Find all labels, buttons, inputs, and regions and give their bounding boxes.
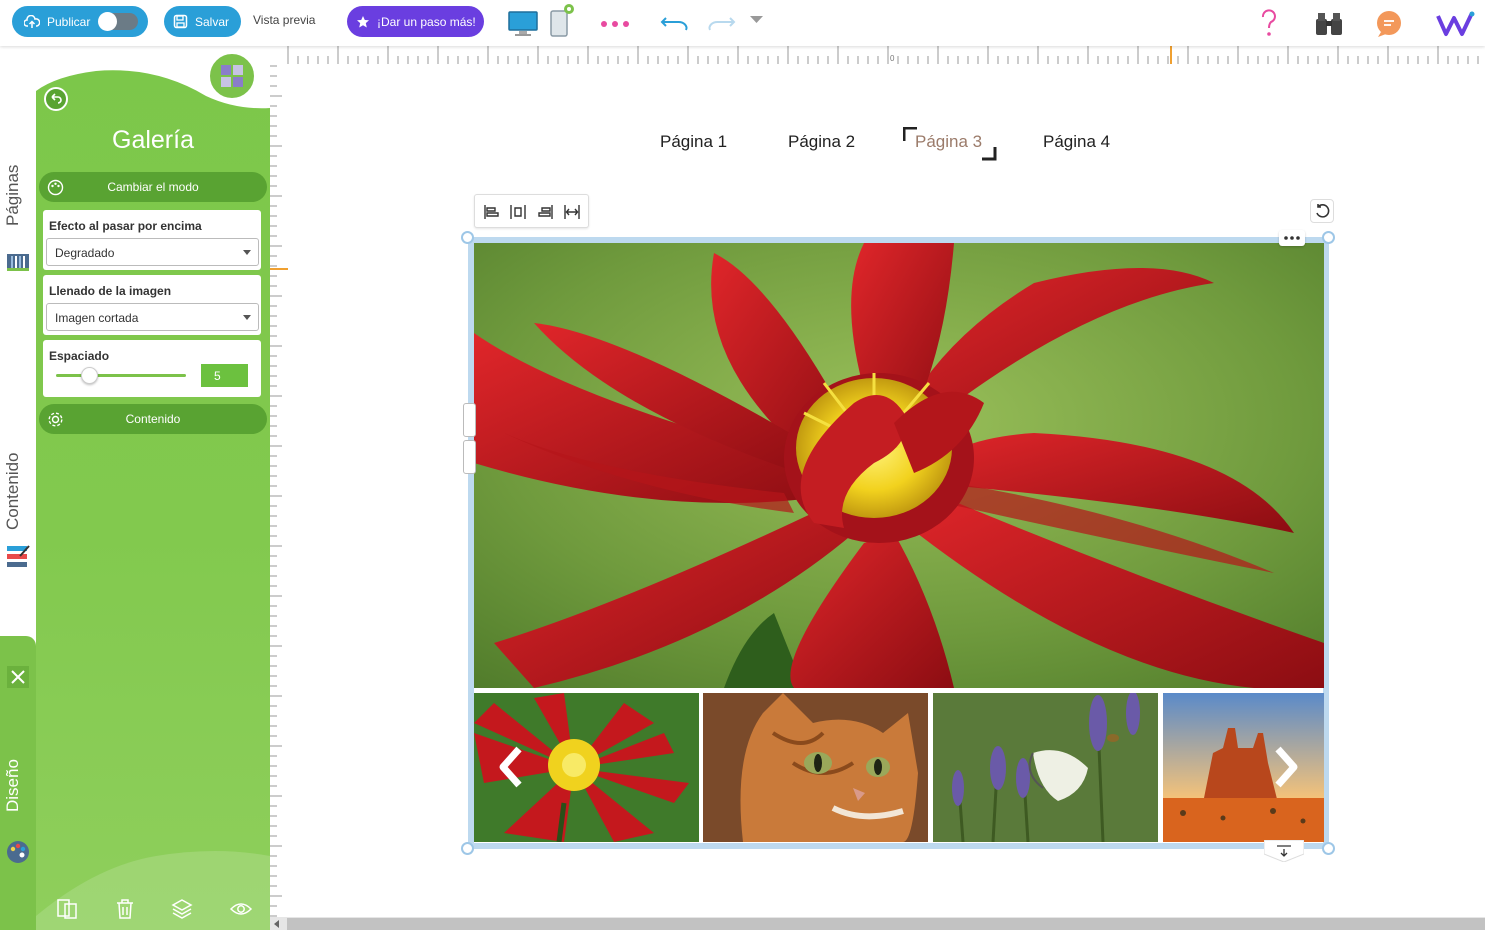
palette-icon: [47, 179, 64, 196]
spacing-value-input[interactable]: 5: [201, 364, 248, 387]
menu-item-page-4[interactable]: Página 4: [1043, 132, 1110, 152]
spacing-label: Espaciado: [49, 349, 110, 363]
menu-item-page-1[interactable]: Página 1: [660, 132, 727, 152]
content-button[interactable]: Contenido: [39, 404, 267, 434]
save-label: Salvar: [195, 14, 230, 29]
history-dropdown-icon[interactable]: [749, 15, 764, 25]
horizontal-scrollbar[interactable]: [270, 917, 1485, 930]
help-question-icon[interactable]: [1259, 9, 1279, 37]
align-center-icon[interactable]: [510, 204, 526, 220]
spacing-card: Espaciado 5: [43, 340, 261, 397]
eye-icon[interactable]: [229, 898, 253, 920]
more-dots-icon: [1284, 236, 1300, 240]
upgrade-label: ¡Dar un paso más!: [377, 14, 476, 29]
top-toolbar: Publicar Salvar Vista previa ¡Dar un pas…: [0, 0, 1485, 46]
gallery-module-icon: [208, 52, 256, 100]
tab-pages[interactable]: Páginas: [3, 165, 23, 226]
element-options-button[interactable]: [1279, 230, 1305, 246]
upload-cloud-icon: [24, 14, 40, 28]
hover-effect-label: Efecto al pasar por encima: [49, 219, 202, 233]
resize-grip[interactable]: [463, 440, 476, 474]
palette-icon[interactable]: [6, 840, 30, 864]
save-button[interactable]: Salvar: [164, 6, 241, 37]
red-dahlia-image: [474, 243, 1324, 688]
image-fill-value: Imagen cortada: [55, 311, 139, 325]
content-icon[interactable]: [6, 544, 30, 570]
orange-tabby-cat-thumbnail: [703, 693, 928, 842]
gallery-thumbnail[interactable]: [703, 693, 928, 842]
gallery-settings-panel: Galería Cambiar el modo Efecto al pasar …: [36, 46, 270, 930]
horizontal-ruler: 0: [270, 46, 1485, 64]
menu-selection-brackets: [903, 127, 997, 161]
spacing-slider-handle[interactable]: [80, 367, 98, 384]
more-dots-icon[interactable]: [600, 20, 630, 28]
align-left-icon[interactable]: [484, 204, 500, 220]
gallery-thumbnail[interactable]: [933, 693, 1158, 842]
align-right-icon[interactable]: [537, 204, 553, 220]
preview-button[interactable]: Vista previa: [253, 13, 315, 27]
stretch-width-icon[interactable]: [564, 204, 580, 220]
w-logo-icon[interactable]: [1436, 10, 1476, 38]
panel-title: Galería: [112, 126, 194, 154]
menu-item-page-2[interactable]: Página 2: [788, 132, 855, 152]
panel-bottom-toolbar: [36, 886, 270, 930]
pages-icon[interactable]: [6, 250, 30, 274]
resize-handle-bottom-left[interactable]: [461, 842, 474, 855]
content-label: Contenido: [125, 412, 181, 426]
mobile-icon[interactable]: [548, 3, 576, 39]
resize-handle-top-left[interactable]: [461, 231, 474, 244]
vertical-ruler: [270, 65, 288, 917]
resize-handle-bottom-right[interactable]: [1322, 842, 1335, 855]
publish-label: Publicar: [47, 14, 91, 29]
redo-icon[interactable]: [706, 14, 736, 32]
change-mode-button[interactable]: Cambiar el modo: [39, 172, 267, 202]
gear-icon: [48, 412, 63, 427]
undo-icon[interactable]: [660, 14, 690, 32]
chevron-right-icon[interactable]: [1272, 745, 1302, 789]
ruler-zero-label: 0: [890, 54, 895, 63]
scrollbar-thumb[interactable]: [287, 918, 1485, 930]
resize-handle-top-right[interactable]: [1322, 231, 1335, 244]
duplicate-icon[interactable]: [56, 898, 78, 920]
trash-icon[interactable]: [115, 898, 135, 920]
gallery-main-image[interactable]: [474, 243, 1324, 688]
design-tab-strip: Diseño: [0, 636, 36, 930]
publish-toggle[interactable]: [98, 12, 138, 31]
hover-effect-value: Degradado: [55, 246, 115, 260]
layers-icon[interactable]: [171, 898, 193, 920]
binoculars-icon[interactable]: [1314, 11, 1344, 37]
rotate-reset-icon: [1316, 204, 1330, 218]
insert-below-icon: [1263, 839, 1305, 863]
insert-below-button[interactable]: [1263, 839, 1305, 863]
hover-effect-select[interactable]: Degradado: [46, 238, 259, 266]
change-mode-label: Cambiar el modo: [107, 180, 199, 194]
publish-button[interactable]: Publicar: [12, 6, 148, 37]
hover-effect-card: Efecto al pasar por encima Degradado: [43, 210, 261, 270]
reset-button[interactable]: [1310, 199, 1334, 223]
chevron-down-icon: [243, 315, 251, 320]
spacing-slider-track[interactable]: [56, 374, 186, 377]
back-icon[interactable]: [43, 86, 71, 114]
upgrade-button[interactable]: ¡Dar un paso más!: [347, 6, 484, 37]
resize-grip[interactable]: [463, 403, 476, 437]
tab-content[interactable]: Contenido: [3, 452, 23, 530]
desktop-icon[interactable]: [507, 10, 539, 38]
star-icon: [357, 15, 369, 27]
save-disk-icon: [173, 14, 188, 29]
chevron-left-icon[interactable]: [495, 745, 525, 789]
chevron-down-icon: [243, 250, 251, 255]
chat-bubble-icon[interactable]: [1374, 10, 1404, 38]
image-fill-select[interactable]: Imagen cortada: [46, 303, 259, 331]
tab-design[interactable]: Diseño: [3, 759, 23, 812]
scroll-left-icon[interactable]: [274, 920, 280, 928]
butterfly-lavender-thumbnail: [933, 693, 1158, 842]
image-fill-card: Llenado de la imagen Imagen cortada: [43, 275, 261, 335]
alignment-toolbar: [474, 194, 589, 228]
image-fill-label: Llenado de la imagen: [49, 284, 172, 298]
close-icon[interactable]: [7, 666, 29, 688]
